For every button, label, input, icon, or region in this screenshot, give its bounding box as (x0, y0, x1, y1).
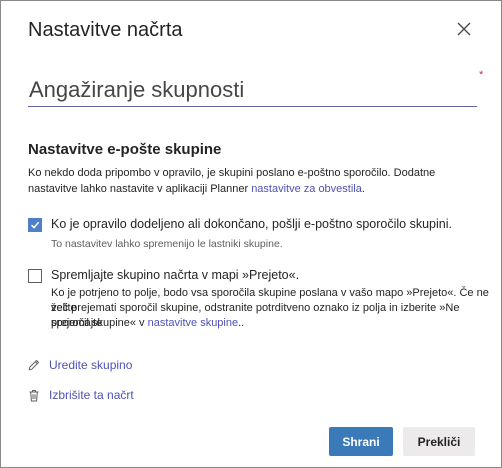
trash-icon (29, 389, 39, 401)
notification-settings-link[interactable]: nastavitve za obvestila (251, 183, 362, 195)
save-button[interactable]: Shrani (329, 427, 393, 456)
plan-name-input[interactable] (28, 77, 477, 107)
email-settings-heading: Nastavitve e-pošte skupine (28, 141, 222, 158)
description-text: Ko nekdo doda pripombo v opravilo, je sk… (28, 167, 436, 195)
follow-group-label: Spremljajte skupino načrta v mapi »Preje… (51, 268, 300, 282)
plan-settings-dialog: Nastavitve načrta * Nastavitve e-pošte s… (0, 0, 502, 468)
cancel-button[interactable]: Prekliči (403, 427, 475, 456)
close-icon (457, 22, 471, 36)
follow-group-desc-3: sporočil skupine« v nastavitve skupine.. (51, 316, 244, 331)
close-button[interactable] (453, 18, 475, 40)
required-marker: * (479, 69, 484, 81)
checkmark-icon (30, 221, 40, 229)
send-email-hint: To nastavitev lahko spremenijo le lastni… (51, 238, 283, 250)
edit-group-label: Uredite skupino (49, 358, 133, 372)
group-settings-link[interactable]: nastavitve skupine (148, 317, 239, 329)
edit-group-action[interactable]: Uredite skupino (28, 358, 132, 372)
send-email-label: Ko je opravilo dodeljeno ali dokončano, … (51, 217, 452, 231)
follow-group-desc-3-end: .. (238, 317, 245, 329)
follow-group-checkbox[interactable] (28, 269, 42, 283)
follow-group-desc-3-text: sporočil skupine« v (51, 317, 148, 329)
pencil-icon (28, 360, 39, 371)
description-end: . (361, 183, 365, 195)
delete-plan-action[interactable]: Izbrišite ta načrt (28, 388, 134, 402)
delete-plan-label: Izbrišite ta načrt (49, 388, 134, 402)
send-email-checkbox[interactable] (28, 218, 42, 232)
email-settings-description: Ko nekdo doda pripombo v opravilo, je sk… (28, 165, 480, 197)
dialog-title: Nastavitve načrta (28, 19, 183, 41)
